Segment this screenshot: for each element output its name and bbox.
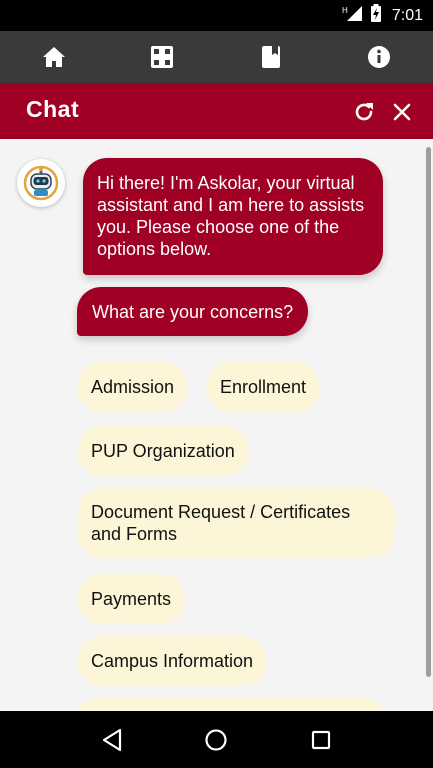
option-partially-visible[interactable] [77, 698, 385, 711]
close-button[interactable] [389, 99, 415, 125]
info-icon [367, 46, 390, 68]
nav-home-button[interactable] [0, 31, 108, 83]
nav-info-button[interactable] [325, 31, 433, 83]
robot-icon [23, 165, 59, 201]
bot-avatar [17, 159, 65, 207]
top-navigation [0, 31, 433, 83]
option-enrollment[interactable]: Enrollment [206, 362, 321, 412]
status-icons: H 7:01 [342, 0, 423, 31]
back-icon [103, 728, 122, 751]
close-icon [393, 103, 411, 121]
refresh-button[interactable] [351, 99, 377, 125]
network-type-label: H [342, 6, 348, 15]
option-payments[interactable]: Payments [77, 574, 186, 624]
home-circle-icon [205, 728, 228, 751]
status-bar: H 7:01 [0, 0, 433, 31]
chat-scrollbar[interactable] [426, 147, 431, 677]
signal-icon: H [342, 5, 364, 26]
bot-question-message: What are your concerns? [77, 287, 309, 336]
phone-screen: H 7:01 Chat Hi there! I'm Askolar, your … [0, 0, 433, 768]
chat-header: Chat [0, 83, 433, 139]
refresh-icon [355, 103, 373, 121]
android-home-button[interactable] [196, 720, 236, 760]
option-admission[interactable]: Admission [77, 362, 189, 412]
nav-book-button[interactable] [217, 31, 325, 83]
android-navigation-bar [0, 711, 433, 768]
battery-icon [370, 4, 382, 27]
option-campus-information[interactable]: Campus Information [77, 636, 268, 686]
status-clock: 7:01 [391, 6, 423, 24]
home-icon [43, 47, 66, 67]
bot-greeting-message: Hi there! I'm Askolar, your virtual assi… [83, 158, 383, 275]
option-document-request[interactable]: Document Request / Certificates and Form… [77, 488, 395, 558]
chat-body[interactable]: Hi there! I'm Askolar, your virtual assi… [0, 139, 433, 711]
chat-title: Chat [26, 96, 80, 122]
recents-icon [311, 730, 330, 749]
option-pup-organization[interactable]: PUP Organization [77, 426, 249, 476]
organization-icon [151, 46, 174, 68]
android-recents-button[interactable] [301, 720, 341, 760]
android-back-button[interactable] [92, 720, 132, 760]
book-icon [261, 46, 280, 68]
nav-organization-button[interactable] [108, 31, 216, 83]
